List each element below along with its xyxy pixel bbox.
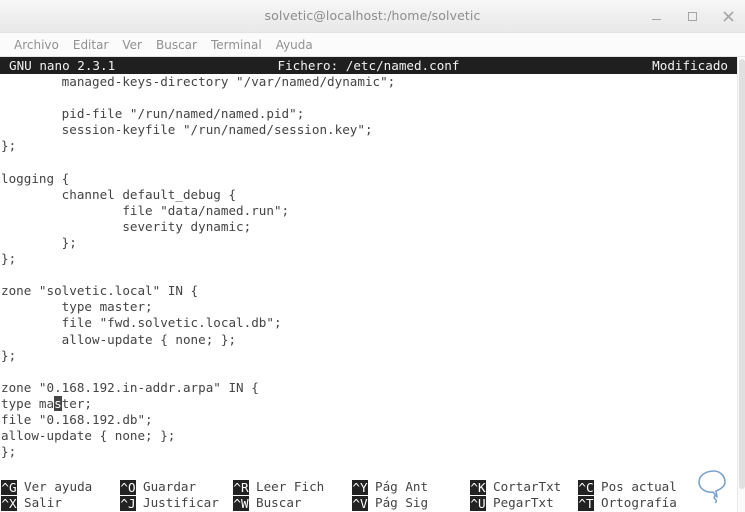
shortcut-column: ^R Leer Fich ^W Buscar bbox=[233, 479, 324, 511]
editor-line: logging { bbox=[1, 170, 70, 186]
shortcut-key: ^T bbox=[578, 495, 594, 511]
shortcut-entry[interactable]: ^C Pos actual bbox=[578, 479, 677, 495]
editor-line: }; bbox=[1, 251, 17, 267]
nano-file-label: Fichero: /etc/named.conf bbox=[277, 58, 460, 73]
shortcut-key: ^R bbox=[233, 479, 249, 495]
editor-line: }; bbox=[1, 138, 17, 154]
editor-line: session-keyfile "/run/named/session.key"… bbox=[1, 122, 373, 138]
editor-line: }; bbox=[1, 347, 17, 363]
terminal-content[interactable]: GNU nano 2.3.1 Fichero: /etc/named.conf … bbox=[0, 57, 737, 512]
shortcut-column: ^G Ver ayuda ^X Salir bbox=[1, 479, 92, 511]
window-title: solvetic@localhost:/home/solvetic bbox=[264, 8, 481, 23]
shortcut-key: ^O bbox=[120, 479, 136, 495]
menu-item-ver[interactable]: Ver bbox=[115, 38, 149, 52]
shortcut-label: Leer Fich bbox=[256, 479, 325, 494]
shortcut-key: ^G bbox=[1, 479, 17, 495]
shortcut-label: Buscar bbox=[256, 495, 302, 510]
shortcut-entry[interactable]: ^K CortarTxt bbox=[470, 479, 561, 495]
shortcut-key: ^C bbox=[578, 479, 594, 495]
shortcut-label: Pos actual bbox=[601, 479, 677, 494]
editor-line: severity dynamic; bbox=[1, 218, 252, 234]
shortcut-label: CortarTxt bbox=[493, 479, 562, 494]
shortcut-label: Salir bbox=[24, 495, 62, 510]
shortcut-entry[interactable]: ^O Guardar bbox=[120, 479, 219, 495]
window-titlebar[interactable]: solvetic@localhost:/home/solvetic bbox=[0, 0, 745, 33]
shortcut-label: Guardar bbox=[143, 479, 197, 494]
shortcut-entry[interactable]: ^U PegarTxt bbox=[470, 495, 561, 511]
shortcut-key: ^U bbox=[470, 495, 486, 511]
editor-line: }; bbox=[1, 444, 17, 460]
shortcut-entry[interactable]: ^J Justificar bbox=[120, 495, 219, 511]
shortcut-label: Ortografía bbox=[601, 495, 677, 510]
nano-shortcut-bar: ^G Ver ayuda ^X Salir ^O Guardar ^J Justificar ^… bbox=[0, 479, 737, 512]
shortcut-key: ^K bbox=[470, 479, 486, 495]
text-cursor: s bbox=[54, 395, 62, 411]
shortcut-entry[interactable]: ^V Pág Sig bbox=[352, 495, 428, 511]
nano-modified-flag: Modificado bbox=[652, 58, 728, 73]
vertical-scrollbar[interactable] bbox=[737, 57, 745, 512]
editor-line: file "data/named.run"; bbox=[1, 202, 290, 218]
shortcut-entry[interactable]: ^Y Pág Ant bbox=[352, 479, 428, 495]
terminal-window: solvetic@localhost:/home/solvetic Archiv… bbox=[0, 0, 745, 512]
shortcut-label: Ver ayuda bbox=[24, 479, 93, 494]
shortcut-label: PegarTxt bbox=[493, 495, 554, 510]
shortcut-entry[interactable]: ^X Salir bbox=[1, 495, 92, 511]
editor-line: pid-file "/run/named/named.pid"; bbox=[1, 106, 305, 122]
editor-line: file "0.168.192.db"; bbox=[1, 411, 153, 427]
shortcut-entry[interactable]: ^W Buscar bbox=[233, 495, 324, 511]
editor-line: channel default_debug { bbox=[1, 186, 237, 202]
shortcut-key: ^Y bbox=[352, 479, 368, 495]
close-button[interactable] bbox=[717, 6, 739, 26]
editor-line: zone "solvetic.local" IN { bbox=[1, 283, 199, 299]
shortcut-key: ^W bbox=[233, 495, 249, 511]
menubar: Archivo Editar Ver Buscar Terminal Ayuda bbox=[0, 33, 745, 57]
shortcut-label: Justificar bbox=[143, 495, 219, 510]
editor-line: file "fwd.solvetic.local.db"; bbox=[1, 315, 282, 331]
shortcut-key: ^X bbox=[1, 495, 17, 511]
minimize-button[interactable] bbox=[645, 6, 667, 26]
editor-line: zone "0.168.192.in-addr.arpa" IN { bbox=[1, 379, 259, 395]
editor-line: type master; bbox=[1, 395, 93, 411]
maximize-button[interactable] bbox=[681, 6, 703, 26]
menu-item-terminal[interactable]: Terminal bbox=[204, 38, 269, 52]
shortcut-entry[interactable]: ^R Leer Fich bbox=[233, 479, 324, 495]
editor-line: allow-update { none; }; bbox=[1, 331, 237, 347]
shortcut-key: ^V bbox=[352, 495, 368, 511]
shortcut-label: Pág Ant bbox=[375, 479, 429, 494]
shortcut-key: ^J bbox=[120, 495, 136, 511]
shortcut-column: ^O Guardar ^J Justificar bbox=[120, 479, 219, 511]
menu-item-editar[interactable]: Editar bbox=[66, 38, 116, 52]
menu-item-archivo[interactable]: Archivo bbox=[7, 38, 66, 52]
editor-line: allow-update { none; }; bbox=[1, 428, 176, 444]
editor-line: }; bbox=[1, 234, 77, 250]
nano-status-bar: GNU nano 2.3.1 Fichero: /etc/named.conf … bbox=[0, 57, 737, 74]
menu-item-buscar[interactable]: Buscar bbox=[149, 38, 204, 52]
shortcut-column: ^Y Pág Ant ^V Pág Sig bbox=[352, 479, 428, 511]
shortcut-entry[interactable]: ^T Ortografía bbox=[578, 495, 677, 511]
editor-line: type master; bbox=[1, 299, 153, 315]
menu-item-ayuda[interactable]: Ayuda bbox=[269, 38, 320, 52]
shortcut-entry[interactable]: ^G Ver ayuda bbox=[1, 479, 92, 495]
editor-line: managed-keys-directory "/var/named/dynam… bbox=[1, 74, 396, 89]
shortcut-column: ^K CortarTxt ^U PegarTxt bbox=[470, 479, 561, 511]
scrollbar-thumb[interactable] bbox=[739, 59, 745, 489]
window-controls bbox=[645, 6, 739, 26]
nano-editor-text[interactable]: managed-keys-directory "/var/named/dynam… bbox=[0, 74, 737, 479]
close-icon bbox=[722, 10, 734, 22]
shortcut-column: ^C Pos actual ^T Ortografía bbox=[578, 479, 677, 511]
shortcut-label: Pág Sig bbox=[375, 495, 429, 510]
